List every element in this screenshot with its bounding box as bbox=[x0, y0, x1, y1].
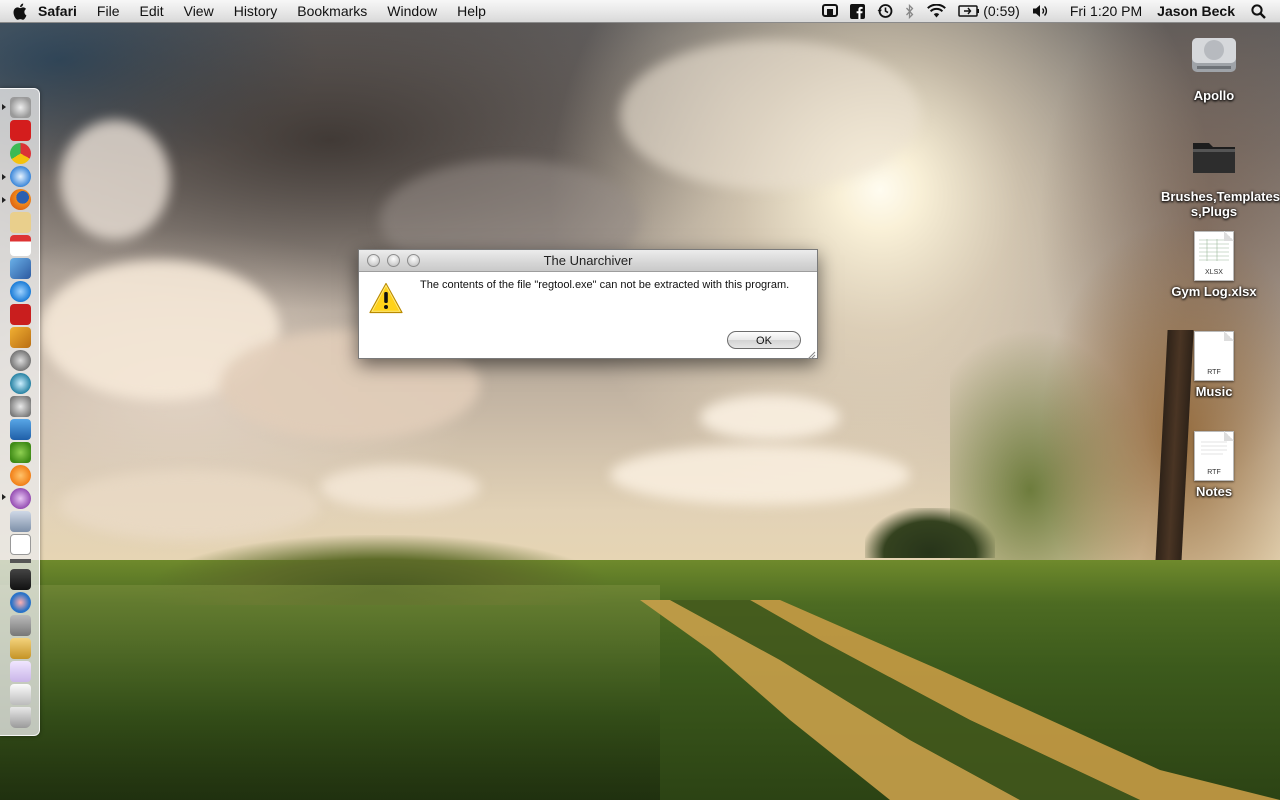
desktop-icon-brushes-folder[interactable]: Brushes,Templates,Tuto…s,Plugs bbox=[1159, 131, 1280, 219]
dock-divider bbox=[10, 559, 31, 563]
itunes-icon[interactable] bbox=[10, 281, 31, 302]
rtf-document-icon: RTF bbox=[1194, 431, 1234, 481]
airdisplay-icon[interactable] bbox=[822, 4, 839, 18]
facebook-icon[interactable] bbox=[850, 3, 866, 19]
battery-time: (0:59) bbox=[983, 3, 1020, 19]
iphoto-icon[interactable] bbox=[10, 327, 31, 348]
battery-indicator[interactable]: (0:59) bbox=[958, 3, 1020, 19]
dock bbox=[0, 88, 40, 736]
stack-icon[interactable] bbox=[10, 638, 31, 659]
desktop-icon-label: Brushes,Templates,Tuto…s,Plugs bbox=[1161, 189, 1280, 219]
calculator-icon[interactable] bbox=[10, 511, 31, 532]
wifi-icon[interactable] bbox=[927, 4, 947, 18]
trash-icon[interactable] bbox=[10, 707, 31, 728]
safari-icon[interactable] bbox=[10, 166, 31, 187]
desktop-icon-label: Music bbox=[1195, 384, 1233, 399]
running-indicator bbox=[2, 494, 6, 500]
dialog-title: The Unarchiver bbox=[543, 253, 633, 268]
mail-stamp-icon[interactable] bbox=[10, 212, 31, 233]
running-indicator bbox=[2, 174, 6, 180]
rtf-document-icon: RTF bbox=[1194, 331, 1234, 381]
warning-icon bbox=[369, 282, 403, 314]
desktop-wallpaper bbox=[0, 0, 1280, 800]
maps-icon[interactable] bbox=[10, 592, 31, 613]
spreadsheet-document-icon: XLSX bbox=[1194, 231, 1234, 281]
adium-icon[interactable] bbox=[10, 442, 31, 463]
photos-icon[interactable] bbox=[10, 258, 31, 279]
textedit-icon[interactable] bbox=[10, 534, 31, 555]
running-indicator bbox=[2, 197, 6, 203]
menu-help[interactable]: Help bbox=[457, 3, 486, 19]
folder-icon bbox=[1159, 131, 1269, 186]
running-indicator bbox=[2, 104, 6, 110]
rocket-icon[interactable] bbox=[10, 97, 31, 118]
menu-file[interactable]: File bbox=[97, 3, 120, 19]
file-extension-label: RTF bbox=[1207, 469, 1221, 476]
bluetooth-icon[interactable] bbox=[905, 3, 915, 19]
app-w-icon[interactable] bbox=[10, 419, 31, 440]
menu-bookmarks[interactable]: Bookmarks bbox=[297, 3, 367, 19]
desktop-icon-label: Gym Log.xlsx bbox=[1171, 284, 1257, 299]
hard-drive-icon bbox=[1159, 30, 1269, 85]
stack2-icon[interactable] bbox=[10, 661, 31, 682]
dashboard-icon[interactable] bbox=[10, 569, 31, 590]
system-prefs-icon[interactable] bbox=[10, 396, 31, 417]
skype-like-icon[interactable] bbox=[10, 488, 31, 509]
stack3-icon[interactable] bbox=[10, 684, 31, 705]
file-extension-label: XLSX bbox=[1205, 269, 1223, 276]
finalcut-icon[interactable] bbox=[10, 350, 31, 371]
menu-bar: Safari File Edit View History Bookmarks … bbox=[0, 0, 1280, 23]
apple-menu-icon[interactable] bbox=[0, 3, 38, 20]
pages-icon[interactable] bbox=[10, 465, 31, 486]
desktop-icon-music[interactable]: RTF Music bbox=[1159, 331, 1269, 399]
photobooth-icon[interactable] bbox=[10, 304, 31, 325]
spotlight-search-icon[interactable] bbox=[1251, 3, 1266, 19]
time-machine-dock-icon[interactable] bbox=[10, 373, 31, 394]
firefox-icon[interactable] bbox=[10, 189, 31, 210]
desktop-icon-label: Apollo bbox=[1193, 88, 1235, 103]
alert-dialog: The Unarchiver The contents of the file … bbox=[358, 249, 818, 360]
ok-button[interactable]: OK bbox=[727, 331, 801, 349]
menu-edit[interactable]: Edit bbox=[139, 3, 163, 19]
menu-history[interactable]: History bbox=[234, 3, 278, 19]
time-machine-icon[interactable] bbox=[877, 3, 893, 19]
desktop-icon-notes[interactable]: RTF Notes bbox=[1159, 431, 1269, 499]
desktop-icon-apollo[interactable]: Apollo bbox=[1159, 30, 1269, 103]
menu-view[interactable]: View bbox=[184, 3, 214, 19]
desktop-icon-label: Notes bbox=[1195, 484, 1233, 499]
chrome-icon[interactable] bbox=[10, 143, 31, 164]
trash-folder-icon[interactable] bbox=[10, 615, 31, 636]
menu-window[interactable]: Window bbox=[387, 3, 437, 19]
dialog-titlebar[interactable]: The Unarchiver bbox=[359, 250, 817, 272]
menu-app-name[interactable]: Safari bbox=[38, 3, 77, 19]
file-extension-label: RTF bbox=[1207, 369, 1221, 376]
desktop-icon-gym-log[interactable]: XLSX Gym Log.xlsx bbox=[1159, 231, 1269, 299]
volume-icon[interactable] bbox=[1032, 4, 1048, 18]
status-area: (0:59) Fri 1:20 PM Jason Beck bbox=[822, 0, 1280, 22]
dialog-message: The contents of the file "regtool.exe" c… bbox=[420, 279, 790, 291]
ical-icon[interactable] bbox=[10, 235, 31, 256]
acrobat-icon[interactable] bbox=[10, 120, 31, 141]
user-name[interactable]: Jason Beck bbox=[1157, 3, 1235, 19]
resize-grip-icon[interactable] bbox=[806, 347, 816, 360]
clock[interactable]: Fri 1:20 PM bbox=[1070, 3, 1142, 19]
